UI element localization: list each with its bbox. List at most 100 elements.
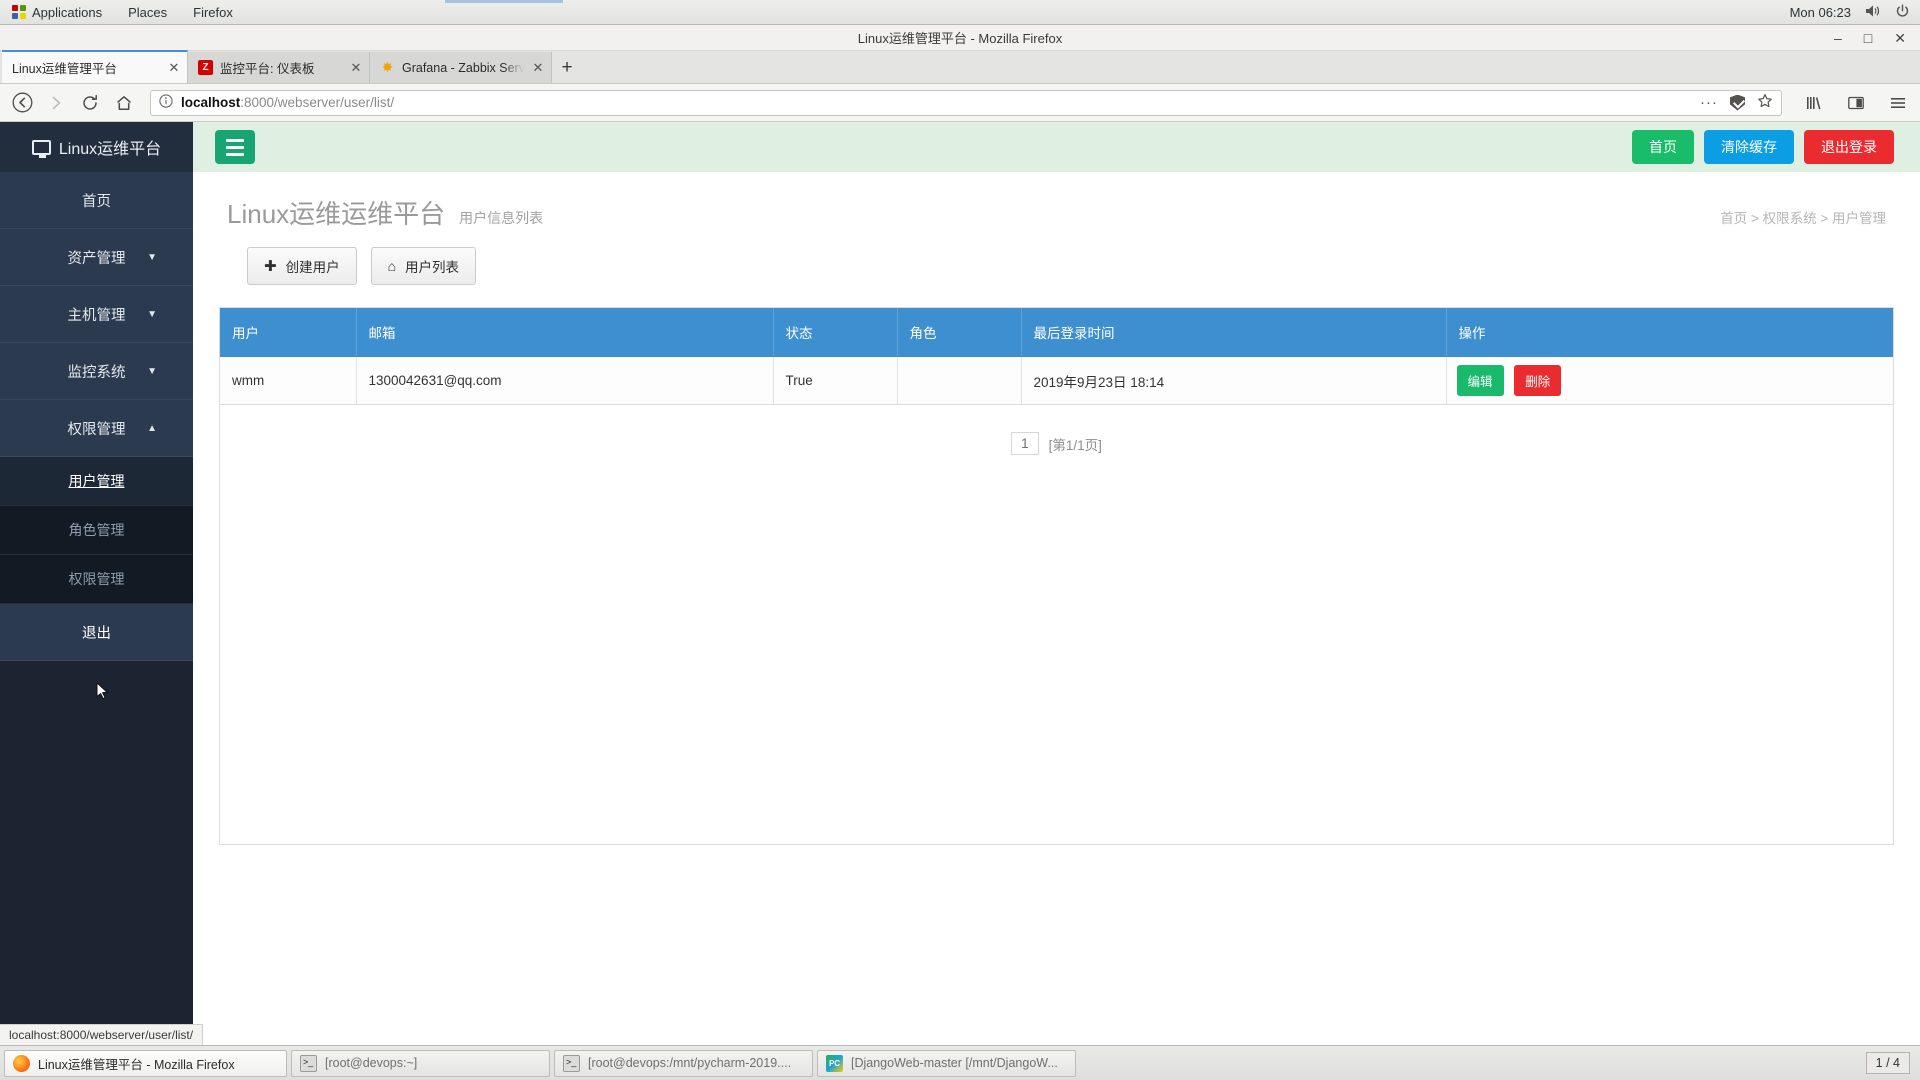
taskbar-item-firefox-label: Linux运维管理平台 - Mozilla Firefox: [38, 1057, 235, 1072]
sidebar-item-home-label: 首页: [82, 193, 111, 210]
sidebar-brand[interactable]: Linux运维平台: [0, 122, 193, 172]
home-button[interactable]: 首页: [1632, 129, 1694, 165]
sidebar-item-home[interactable]: 首页: [0, 172, 193, 229]
star-icon[interactable]: [1757, 93, 1773, 112]
cell-actions: 编辑 删除: [1446, 356, 1893, 405]
menu-places[interactable]: Places: [124, 3, 171, 22]
sidebar-item-logout[interactable]: 退出: [0, 604, 193, 661]
browser-tab-2[interactable]: Z 监控平台: 仪表板 ✕: [188, 52, 370, 83]
sidebar-item-monitoring-system[interactable]: 监控系统 ▼: [0, 343, 193, 400]
sidebar-item-monitoring-system-label: 监控系统: [67, 364, 126, 381]
sidebar-item-host-management[interactable]: 主机管理 ▼: [0, 286, 193, 343]
cell-role: [897, 356, 1022, 405]
hamburger-menu-icon[interactable]: [1884, 89, 1912, 117]
taskbar-item-pycharm[interactable]: PC [DjangoWeb-master [/mnt/DjangoW...: [817, 1049, 1076, 1077]
power-icon[interactable]: [1895, 4, 1910, 22]
pocket-icon[interactable]: [1730, 94, 1745, 111]
sidebar-item-logout-label: 退出: [82, 625, 111, 642]
taskbar-item-firefox[interactable]: Linux运维管理平台 - Mozilla Firefox: [4, 1049, 287, 1077]
page-header: Linux运维运维平台 用户信息列表 首页 > 权限系统 > 用户管理: [219, 172, 1894, 231]
url-input[interactable]: localhost:8000/webserver/user/list/: [181, 95, 1692, 110]
app-topbar: 首页 清除缓存 退出登录: [193, 122, 1920, 172]
sidebar-subitem-user-management-label: 用户管理: [68, 473, 125, 489]
user-list-button-label: 用户列表: [405, 260, 460, 275]
grafana-icon: ✸: [381, 59, 394, 75]
menu-firefox[interactable]: Firefox: [189, 3, 237, 22]
edit-button[interactable]: 编辑: [1456, 365, 1504, 396]
content-area: Linux运维运维平台 用户信息列表 首页 > 权限系统 > 用户管理 ✚ 创建…: [193, 172, 1920, 1045]
app-sidebar: Linux运维平台 首页 资产管理 ▼ 主机管理 ▼ 监控系统 ▼ 权限管理 ▲: [0, 122, 193, 1045]
browser-tab-1-close-icon[interactable]: ✕: [167, 60, 181, 76]
sidebar-icon[interactable]: [1842, 89, 1870, 117]
browser-tab-2-close-icon[interactable]: ✕: [349, 60, 363, 76]
delete-button[interactable]: 删除: [1514, 365, 1562, 396]
home-icon[interactable]: [110, 89, 138, 117]
sidebar-subitem-role-management-label: 角色管理: [68, 522, 125, 538]
workspace-indicator[interactable]: 1 / 4: [1865, 1052, 1910, 1074]
menu-applications[interactable]: Applications: [8, 3, 106, 22]
monitor-icon: [31, 139, 51, 158]
pycharm-icon: PC: [826, 1054, 843, 1072]
minimize-button[interactable]: –: [1834, 31, 1842, 45]
window-title: Linux运维管理平台 - Mozilla Firefox: [857, 31, 1063, 46]
sidebar-subitem-role-management[interactable]: 角色管理: [0, 506, 193, 555]
sidebar-brand-label: Linux运维平台: [58, 141, 162, 158]
create-user-button-label: 创建用户: [285, 260, 340, 275]
terminal-icon: >_: [563, 1054, 580, 1072]
taskbar-item-terminal-2[interactable]: >_ [root@devops:/mnt/pycharm-2019....: [554, 1049, 813, 1077]
clear-cache-button[interactable]: 清除缓存: [1704, 129, 1794, 165]
browser-tab-1-title: Linux运维管理平台: [12, 62, 117, 76]
sidebar-item-host-management-label: 主机管理: [67, 307, 126, 324]
sidebar-item-asset-management[interactable]: 资产管理 ▼: [0, 229, 193, 286]
browser-tab-3[interactable]: ✸ Grafana - Zabbix Server D ✕: [370, 52, 552, 83]
table-header-last-login: 最后登录时间: [1021, 308, 1447, 357]
table-header-user: 用户: [220, 308, 357, 357]
window-titlebar: Linux运维管理平台 - Mozilla Firefox – □ ✕: [0, 25, 1920, 51]
maximize-button[interactable]: □: [1864, 31, 1872, 45]
active-window-indicator: [445, 0, 563, 3]
browser-tab-3-close-icon[interactable]: ✕: [531, 60, 545, 76]
sidebar-subitem-permission-management-label: 权限管理: [68, 571, 125, 587]
sidebar-toggle-button[interactable]: [215, 130, 255, 164]
page-number-1[interactable]: 1: [1011, 432, 1039, 455]
tab-strip: Linux运维管理平台 ✕ Z 监控平台: 仪表板 ✕ ✸ Grafana - …: [0, 50, 1920, 84]
browser-tab-3-title: Grafana - Zabbix Server D: [402, 60, 524, 75]
create-user-button[interactable]: ✚ 创建用户: [247, 247, 357, 285]
back-icon[interactable]: [8, 89, 36, 117]
firefox-icon: [13, 1054, 30, 1072]
chevron-down-icon: ▼: [147, 365, 157, 377]
reload-icon[interactable]: [76, 89, 104, 117]
table-row: wmm 1300042631@qq.com True 2019年9月23日 18…: [220, 356, 1893, 405]
action-toolbar: ✚ 创建用户 ⌂ 用户列表: [219, 231, 1894, 285]
user-table: 用户 邮箱 状态 角色 最后登录时间 操作 wmm 1300042631@qq.…: [220, 308, 1893, 405]
chevron-up-icon: ▲: [147, 422, 157, 434]
table-header-role: 角色: [897, 308, 1022, 357]
info-icon[interactable]: [159, 94, 173, 111]
page-actions-icon[interactable]: ···: [1700, 95, 1718, 110]
volume-icon[interactable]: [1865, 4, 1881, 21]
terminal-icon: >_: [300, 1054, 317, 1072]
pagination: 1 [第1/1页]: [220, 405, 1893, 455]
sidebar-item-asset-management-label: 资产管理: [67, 250, 126, 267]
sidebar-item-permission-management[interactable]: 权限管理 ▲: [0, 400, 193, 457]
logout-button[interactable]: 退出登录: [1804, 129, 1894, 165]
user-list-button[interactable]: ⌂ 用户列表: [370, 247, 477, 285]
browser-tab-1[interactable]: Linux运维管理平台 ✕: [2, 50, 188, 83]
plus-icon: ✚: [264, 257, 277, 275]
sidebar-subitem-user-management[interactable]: 用户管理: [0, 457, 193, 506]
menu-applications-label: Applications: [32, 4, 103, 20]
system-clock[interactable]: Mon 06:23: [1790, 5, 1851, 20]
browser-tab-2-title: 监控平台: 仪表板: [220, 62, 315, 76]
url-bar[interactable]: localhost:8000/webserver/user/list/ ···: [150, 89, 1782, 116]
close-button[interactable]: ✕: [1894, 31, 1906, 45]
desktop-taskbar: Linux运维管理平台 - Mozilla Firefox >_ [root@d…: [0, 1045, 1920, 1080]
firefox-window: Linux运维管理平台 - Mozilla Firefox – □ ✕ Linu…: [0, 25, 1920, 1045]
zabbix-icon: Z: [198, 60, 213, 75]
new-tab-button[interactable]: +: [552, 52, 582, 83]
table-header-status: 状态: [773, 308, 898, 357]
taskbar-item-terminal-1[interactable]: >_ [root@devops:~]: [291, 1049, 550, 1077]
forward-icon: [42, 89, 70, 117]
sidebar-subitem-permission-management[interactable]: 权限管理: [0, 555, 193, 604]
breadcrumb[interactable]: 首页 > 权限系统 > 用户管理: [1720, 207, 1886, 227]
library-icon[interactable]: [1800, 89, 1828, 117]
